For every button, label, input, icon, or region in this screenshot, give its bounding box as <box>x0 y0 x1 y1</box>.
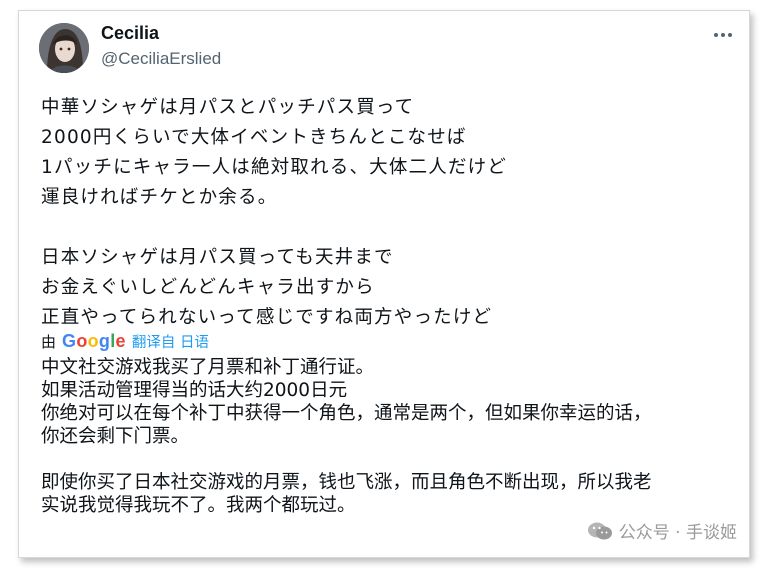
original-line: 正直やってられないって感じですね両方やったけど <box>41 307 493 328</box>
translation-line: 你绝对可以在每个补丁中获得一个角色，通常是两个，但如果你幸运的话， <box>41 403 652 424</box>
translated-by-prefix: 由 <box>41 333 57 351</box>
translated-by-row: 由 Google 翻译自 日语 <box>41 331 209 352</box>
translation-line: 即使你买了日本社交游戏的月票，钱也飞涨，而且角色不断出现，所以我老 <box>41 472 652 493</box>
display-name[interactable]: Cecilia <box>101 23 159 44</box>
translated-from-link[interactable]: 翻译自 日语 <box>132 331 209 352</box>
watermark-text: 公众号 · 手谈姬 <box>618 523 737 543</box>
watermark: 公众号 · 手谈姬 <box>587 518 737 543</box>
post-translation-text: 中文社交游戏我买了月票和补丁通行证。 如果活动管理得当的话大约2000日元 你绝… <box>41 356 741 517</box>
original-line: 1パッチにキャラ一人は絶対取れる、大体二人だけど <box>41 157 508 178</box>
original-line: 2000円くらいで大体イベントきちんとこなせば <box>41 127 467 148</box>
avatar[interactable] <box>39 23 89 73</box>
translation-line: 实说我觉得我玩不了。我两个都玩过。 <box>41 495 356 516</box>
translation-line: 你还会剩下门票。 <box>41 426 190 447</box>
google-logo[interactable]: Google <box>62 331 126 352</box>
translation-line: 如果活动管理得当的话大约2000日元 <box>41 380 348 401</box>
wechat-icon <box>587 522 612 539</box>
more-dots-icon <box>714 33 732 37</box>
post-card: Cecilia @CeciliaErslied 中華ソシャゲは月パスとパッチパス… <box>18 10 750 558</box>
translation-line: 中文社交游戏我买了月票和补丁通行证。 <box>41 357 375 378</box>
post-original-text: 中華ソシャゲは月パスとパッチパス買って 2000円くらいで大体イベントきちんとこ… <box>41 93 731 333</box>
original-line: お金えぐいしどんどんキャラ出すから <box>41 277 375 298</box>
original-line: 中華ソシャゲは月パスとパッチパス買って <box>41 97 415 118</box>
more-options-button[interactable] <box>711 25 735 45</box>
original-line: 運良ければチケとか余る。 <box>41 187 278 208</box>
original-line: 日本ソシャゲは月パス買っても天井まで <box>41 247 394 268</box>
avatar-image <box>39 23 89 73</box>
user-handle[interactable]: @CeciliaErslied <box>101 49 221 69</box>
